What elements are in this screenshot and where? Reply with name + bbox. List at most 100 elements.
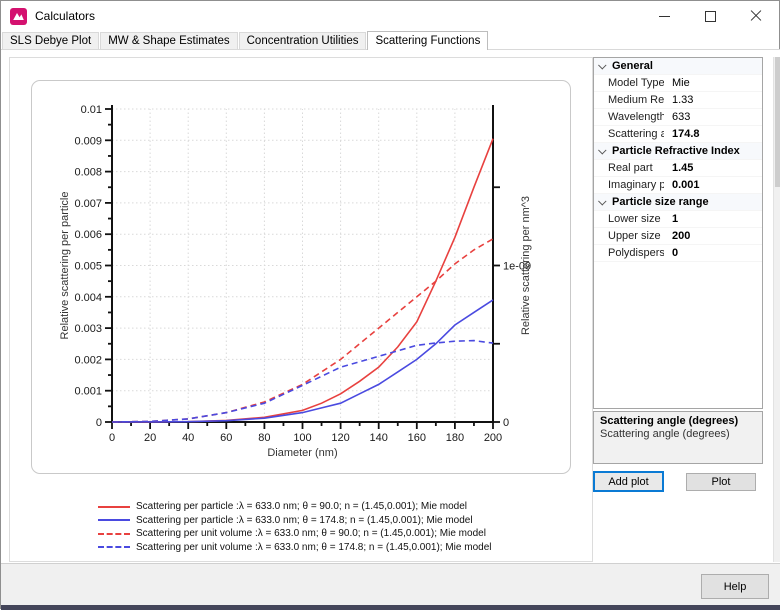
legend-line-sample [98, 519, 130, 521]
legend-line-sample [98, 533, 130, 535]
chart-panel: 02040608010012014016018020000.0010.0020.… [9, 57, 593, 562]
svg-text:0.004: 0.004 [74, 292, 102, 304]
property-group-1[interactable]: Particle Refractive Index [594, 143, 762, 160]
minimize-icon [659, 16, 670, 17]
chart-canvas: 02040608010012014016018020000.0010.0020.… [32, 81, 570, 473]
property-label: Lower size [608, 211, 664, 227]
property-value[interactable]: Mie [672, 75, 690, 91]
property-row-2-1[interactable]: Upper size 200 [594, 228, 762, 245]
x-axis-label: Diameter (nm) [267, 447, 337, 459]
chart-legend: Scattering per particle :λ = 633.0 nm; θ… [98, 500, 491, 554]
property-row-2-2[interactable]: Polydispersi 0 [594, 245, 762, 262]
property-value[interactable]: 200 [672, 228, 690, 244]
footer-bar: Help [1, 563, 780, 605]
close-button[interactable] [733, 1, 779, 31]
tab-page-scattering-functions: 02040608010012014016018020000.0010.0020.… [1, 49, 780, 563]
window-title: Calculators [35, 9, 95, 23]
svg-text:0.006: 0.006 [74, 229, 102, 241]
svg-text:140: 140 [370, 432, 388, 444]
property-row-1-1[interactable]: Imaginary p0.001 [594, 177, 762, 194]
chevron-down-icon[interactable] [598, 61, 606, 69]
window-bottom-edge [1, 605, 780, 610]
property-row-1-0[interactable]: Real part 1.45 [594, 160, 762, 177]
legend-line-sample [98, 506, 130, 508]
gridlines [112, 109, 493, 422]
property-value[interactable]: 1.45 [672, 160, 693, 176]
legend-line-sample [98, 546, 130, 548]
property-group-name: Particle Refractive Index [612, 143, 740, 159]
property-value[interactable]: 0.001 [672, 177, 700, 193]
legend-item-2: Scattering per unit volume :λ = 633.0 nm… [98, 527, 491, 541]
svg-text:120: 120 [331, 432, 349, 444]
chevron-down-icon[interactable] [598, 146, 606, 154]
legend-label: Scattering per particle :λ = 633.0 nm; θ… [136, 515, 473, 526]
property-label: Medium Re [608, 92, 664, 108]
legend-label: Scattering per unit volume :λ = 633.0 nm… [136, 542, 491, 553]
svg-text:40: 40 [182, 432, 194, 444]
property-value[interactable]: 1.33 [672, 92, 693, 108]
property-group-2[interactable]: Particle size range [594, 194, 762, 211]
vertical-scrollbar[interactable] [773, 57, 780, 562]
help-button[interactable]: Help [701, 574, 769, 599]
svg-text:0.005: 0.005 [74, 261, 102, 273]
tab-sls-debye-plot[interactable]: SLS Debye Plot [2, 32, 99, 49]
property-row-0-0[interactable]: Model Type Mie [594, 75, 762, 92]
property-row-0-3[interactable]: Scattering a 174.8 [594, 126, 762, 143]
property-value[interactable]: 1 [672, 211, 678, 227]
plot-button[interactable]: Plot [686, 473, 756, 491]
maximize-button[interactable] [687, 1, 733, 31]
scrollbar-thumb[interactable] [775, 57, 780, 187]
svg-text:20: 20 [144, 432, 156, 444]
svg-text:0.002: 0.002 [74, 354, 102, 366]
svg-text:0.009: 0.009 [74, 135, 102, 147]
property-value[interactable]: 633 [672, 109, 690, 125]
svg-text:0.003: 0.003 [74, 323, 102, 335]
legend-item-1: Scattering per particle :λ = 633.0 nm; θ… [98, 514, 491, 528]
chevron-down-icon[interactable] [598, 197, 606, 205]
svg-text:0.001: 0.001 [74, 386, 102, 398]
property-group-name: Particle size range [612, 194, 709, 210]
tab-scattering-functions[interactable]: Scattering Functions [367, 31, 488, 50]
property-group-name: General [612, 58, 653, 74]
property-row-2-0[interactable]: Lower size 1 [594, 211, 762, 228]
maximize-icon [705, 11, 716, 22]
title-bar: Calculators [1, 1, 779, 31]
settings-column: GeneralModel TypeMieMedium Re1.33Wavelen… [593, 57, 763, 562]
svg-text:200: 200 [484, 432, 502, 444]
legend-label: Scattering per particle :λ = 633.0 nm; θ… [136, 501, 467, 512]
property-label: Wavelength [608, 109, 664, 125]
property-value[interactable]: 0 [672, 245, 678, 261]
y-axis-label-right: Relative scattering per nm^3 [520, 196, 532, 335]
svg-text:0.008: 0.008 [74, 167, 102, 179]
app-icon [10, 8, 27, 25]
legend-label: Scattering per unit volume :λ = 633.0 nm… [136, 528, 486, 539]
svg-text:60: 60 [220, 432, 232, 444]
property-label: Scattering a [608, 126, 664, 142]
property-value[interactable]: 174.8 [672, 126, 700, 142]
property-description-text: Scattering angle (degrees) [600, 428, 756, 440]
svg-text:0: 0 [503, 417, 509, 429]
svg-text:100: 100 [293, 432, 311, 444]
legend-item-3: Scattering per unit volume :λ = 633.0 nm… [98, 541, 491, 555]
property-row-0-1[interactable]: Medium Re 1.33 [594, 92, 762, 109]
property-label: Polydispersi [608, 245, 664, 261]
property-description-box: Scattering angle (degrees) Scattering an… [593, 411, 763, 464]
property-grid: GeneralModel TypeMieMedium Re1.33Wavelen… [593, 57, 763, 409]
property-label: Model Type [608, 75, 664, 91]
add-plot-button[interactable]: Add plot [593, 471, 664, 492]
minimize-button[interactable] [641, 1, 687, 31]
tab-concentration-utilities[interactable]: Concentration Utilities [239, 32, 367, 49]
scattering-chart: 02040608010012014016018020000.0010.0020.… [31, 80, 571, 474]
svg-text:180: 180 [446, 432, 464, 444]
svg-text:0: 0 [109, 432, 115, 444]
property-group-0[interactable]: General [594, 58, 762, 75]
property-row-0-2[interactable]: Wavelength 633 [594, 109, 762, 126]
property-label: Upper size [608, 228, 664, 244]
legend-item-0: Scattering per particle :λ = 633.0 nm; θ… [98, 500, 491, 514]
svg-text:0.01: 0.01 [81, 104, 102, 116]
tab-bar: SLS Debye Plot MW & Shape Estimates Conc… [1, 31, 779, 49]
property-label: Real part [608, 160, 664, 176]
svg-text:80: 80 [258, 432, 270, 444]
svg-text:0.007: 0.007 [74, 198, 102, 210]
tab-mw-shape-estimates[interactable]: MW & Shape Estimates [100, 32, 237, 49]
